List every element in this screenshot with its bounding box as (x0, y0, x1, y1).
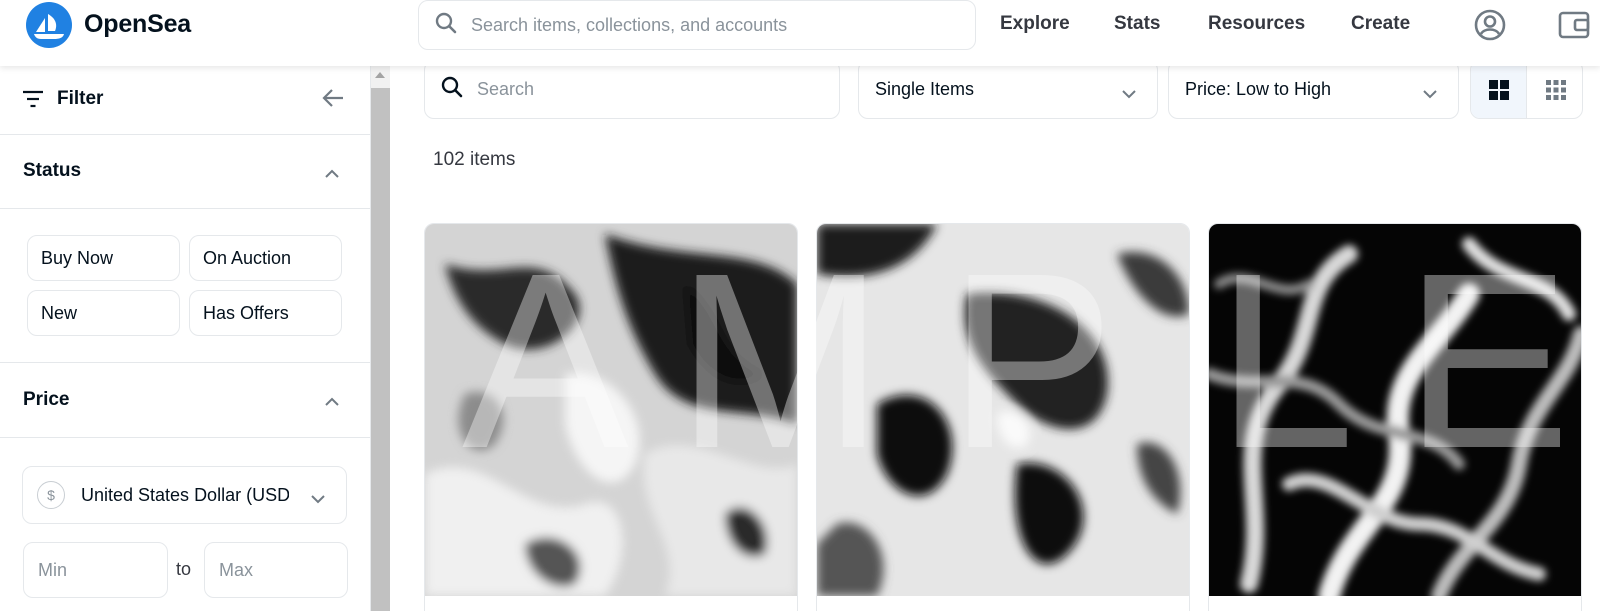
nft-card[interactable] (1208, 223, 1582, 611)
large-grid-view-button[interactable] (1471, 61, 1527, 118)
nav-explore[interactable]: Explore (1000, 13, 1070, 35)
status-new[interactable]: New (27, 290, 180, 336)
chevron-down-icon (1121, 83, 1137, 104)
status-buy-now[interactable]: Buy Now (27, 235, 180, 281)
collection-search-bar[interactable] (424, 60, 840, 119)
filter-lines-icon (22, 90, 44, 113)
status-on-auction[interactable]: On Auction (189, 235, 342, 281)
currency-select[interactable]: $ United States Dollar (USD) (22, 466, 347, 524)
status-has-offers[interactable]: Has Offers (189, 290, 342, 336)
global-search-input[interactable] (471, 14, 931, 36)
small-grid-icon (1546, 79, 1566, 100)
price-max-input[interactable] (204, 542, 348, 598)
price-title: Price (23, 389, 70, 410)
grid-view-toggle (1470, 60, 1583, 119)
item-count: 102 items (433, 149, 516, 170)
filter-header: Filter (0, 66, 371, 135)
sort-select[interactable]: Price: Low to High (1168, 60, 1459, 119)
item-type-select[interactable]: Single Items (858, 60, 1158, 119)
global-search-bar[interactable] (418, 0, 976, 50)
large-grid-icon (1488, 79, 1509, 100)
chevron-up-icon (324, 394, 340, 412)
item-type-value: Single Items (875, 79, 975, 99)
nft-image (425, 224, 797, 596)
dollar-icon: $ (37, 481, 65, 509)
status-title: Status (23, 160, 82, 181)
nav-stats[interactable]: Stats (1114, 13, 1160, 35)
account-icon[interactable] (1473, 8, 1507, 42)
scrollbar-thumb[interactable] (371, 88, 390, 611)
chevron-down-icon (1422, 83, 1438, 104)
nft-image (817, 224, 1189, 596)
nft-card[interactable] (816, 223, 1190, 611)
opensea-logo-icon[interactable] (26, 2, 72, 48)
collection-search-input[interactable] (477, 79, 817, 100)
filter-title: Filter (57, 88, 104, 109)
sidebar-scrollbar[interactable] (371, 66, 390, 611)
nav-resources[interactable]: Resources (1208, 13, 1305, 35)
chevron-down-icon (310, 491, 326, 509)
sort-value: Price: Low to High (1185, 79, 1332, 99)
search-icon (435, 12, 457, 39)
price-section-header[interactable]: Price (0, 363, 371, 438)
scroll-up-arrow-icon[interactable] (375, 72, 385, 78)
price-min-input[interactable] (23, 542, 168, 598)
small-grid-view-button[interactable] (1528, 61, 1582, 118)
brand-name[interactable]: OpenSea (84, 10, 191, 39)
search-icon (441, 76, 463, 103)
nft-card[interactable] (424, 223, 798, 611)
wallet-icon[interactable] (1557, 8, 1591, 42)
status-section-header[interactable]: Status (0, 135, 371, 209)
filter-sidebar: Filter Status Buy Now On Auction New Has… (0, 66, 371, 611)
chevron-up-icon (324, 166, 340, 184)
nav-create[interactable]: Create (1351, 13, 1410, 35)
nft-image (1209, 224, 1581, 596)
currency-value: United States Dollar (USD) (81, 484, 289, 505)
collapse-arrow-left-icon[interactable] (322, 88, 344, 113)
price-range-to-label: to (176, 559, 192, 579)
top-navbar: OpenSea Explore Stats Resources Create (0, 0, 1600, 66)
status-options: Buy Now On Auction New Has Offers (0, 209, 371, 363)
